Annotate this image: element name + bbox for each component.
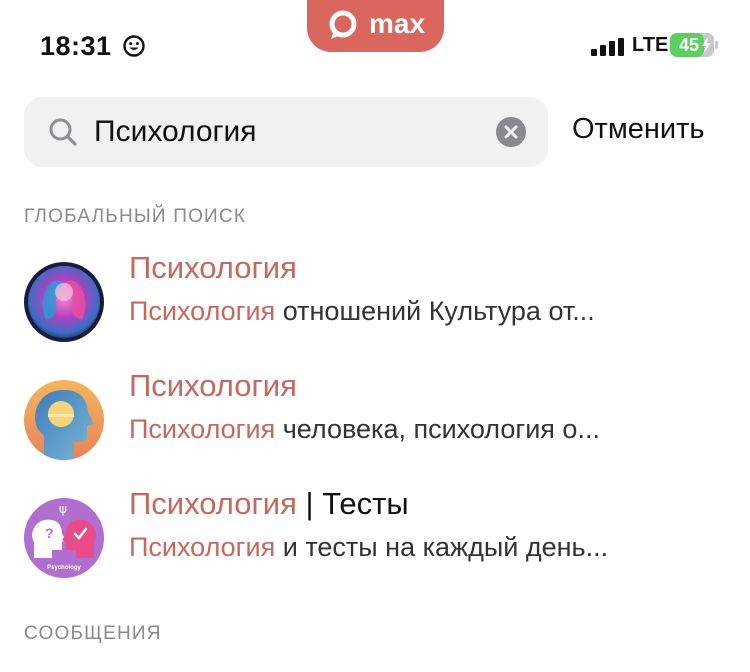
status-time: 18:31 <box>40 31 112 61</box>
result-title: Психология <box>129 250 297 286</box>
clear-search-icon[interactable] <box>496 117 526 147</box>
result-subtitle-rest: и тесты на каждый день... <box>275 532 609 562</box>
cancel-button[interactable]: Отменить <box>572 113 705 146</box>
result-subtitle-match: Психология <box>129 296 276 326</box>
search-input[interactable] <box>94 97 494 167</box>
result-subtitle-rest: человека, психология о... <box>275 414 600 444</box>
result-subtitle-rest: отношений Культура от... <box>275 296 595 326</box>
result-subtitle: Психология отношений Культура от... <box>129 296 595 327</box>
svg-text:ψ: ψ <box>59 502 67 516</box>
status-bar: 18:31 max LTE 45 <box>0 0 750 90</box>
result-title: Психология <box>129 368 297 404</box>
result-subtitle-match: Психология <box>129 532 276 562</box>
channel-avatar <box>24 380 104 460</box>
result-title-match: Психология <box>129 368 297 403</box>
avatar-image <box>24 262 104 342</box>
avatar-label: Psychology <box>47 565 81 571</box>
avatar-image: ? ψ Psychology <box>24 498 104 578</box>
section-header-global-search: ГЛОБАЛЬНЫЙ ПОИСК <box>24 206 247 227</box>
channel-avatar: ? ψ Psychology <box>24 498 104 578</box>
search-result-item[interactable]: ? ψ Psychology Психология | Тесты Психол… <box>24 486 724 588</box>
battery-level: 45 <box>678 35 700 55</box>
section-header-messages: СООБЩЕНИЯ <box>24 623 162 644</box>
emoji-icon <box>123 35 145 57</box>
result-title: Психология | Тесты <box>129 486 409 522</box>
channel-avatar <box>24 262 104 342</box>
result-subtitle: Психология и тесты на каждый день... <box>129 532 608 563</box>
avatar-image <box>24 380 104 460</box>
result-subtitle-match: Психология <box>129 414 276 444</box>
result-subtitle: Психология человека, психология о... <box>129 414 600 445</box>
search-icon <box>49 118 77 146</box>
result-title-match: Психология <box>129 486 297 521</box>
network-type: LTE <box>632 34 669 56</box>
search-bar <box>24 97 548 167</box>
result-title-rest: | Тесты <box>296 486 409 521</box>
signal-icon <box>591 38 624 56</box>
result-title-match: Психология <box>129 250 297 285</box>
search-result-item[interactable]: Психология Психология отношений Культура… <box>24 250 724 352</box>
max-logo-icon <box>329 10 357 39</box>
svg-text:?: ? <box>45 525 54 541</box>
search-result-item[interactable]: Психология Психология человека, психолог… <box>24 368 724 470</box>
app-indicator-pill[interactable]: max <box>307 0 444 52</box>
app-brand-label: max <box>369 8 426 39</box>
